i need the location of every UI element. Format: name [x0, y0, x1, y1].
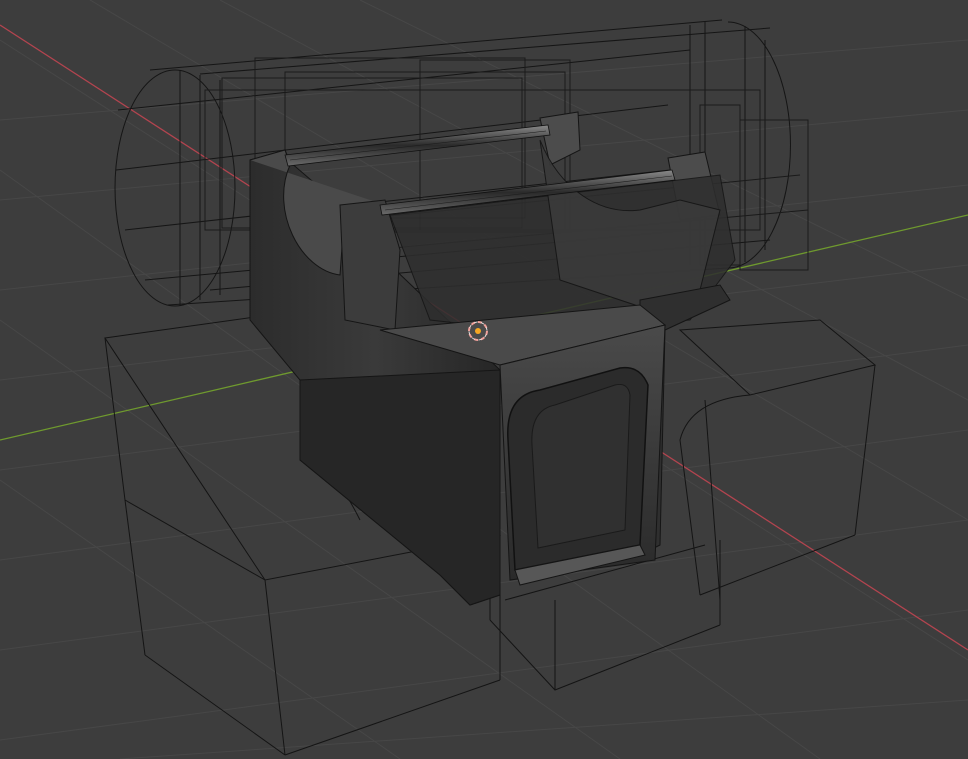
bracket-solid	[249, 111, 736, 606]
right-block-wireframe	[678, 319, 877, 601]
3d-viewport[interactable]	[0, 0, 968, 759]
origin-dot	[475, 328, 481, 334]
viewport-canvas[interactable]	[0, 0, 968, 759]
